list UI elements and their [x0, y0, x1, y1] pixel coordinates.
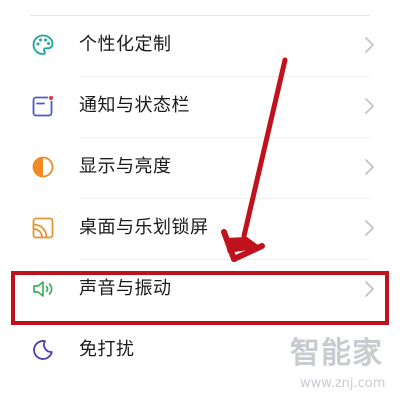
settings-item-label: 通知与状态栏 [79, 95, 190, 116]
settings-item-notifications[interactable]: 通知与状态栏 [0, 77, 400, 138]
settings-item-do-not-disturb[interactable]: 免打扰 [0, 321, 400, 382]
settings-item-label: 声音与振动 [79, 278, 172, 299]
settings-item-label: 免打扰 [79, 339, 135, 360]
chevron-right-icon [364, 97, 376, 115]
settings-item-display[interactable]: 显示与亮度 [0, 138, 400, 199]
chevron-right-icon [364, 158, 376, 176]
chevron-right-icon [364, 219, 376, 237]
settings-item-label: 显示与亮度 [79, 156, 172, 177]
wallpaper-icon [31, 216, 55, 240]
chevron-right-icon [364, 36, 376, 54]
chevron-right-icon [364, 341, 376, 359]
settings-item-personalization[interactable]: 个性化定制 [0, 16, 400, 77]
settings-screen: 个性化定制 通知与状态栏 显示与亮度 桌面与乐划锁屏 声音与振动 免打扰 智能家… [0, 0, 400, 400]
settings-item-sound[interactable]: 声音与振动 [0, 260, 400, 321]
brightness-icon [31, 155, 55, 179]
speaker-icon [31, 277, 55, 301]
settings-item-label: 个性化定制 [79, 34, 172, 55]
notification-icon [31, 94, 55, 118]
moon-icon [31, 338, 55, 362]
settings-list: 个性化定制 通知与状态栏 显示与亮度 桌面与乐划锁屏 声音与振动 免打扰 [0, 16, 400, 382]
chevron-right-icon [364, 280, 376, 298]
palette-icon [31, 33, 55, 57]
settings-item-label: 桌面与乐划锁屏 [79, 217, 209, 238]
settings-item-wallpaper[interactable]: 桌面与乐划锁屏 [0, 199, 400, 260]
